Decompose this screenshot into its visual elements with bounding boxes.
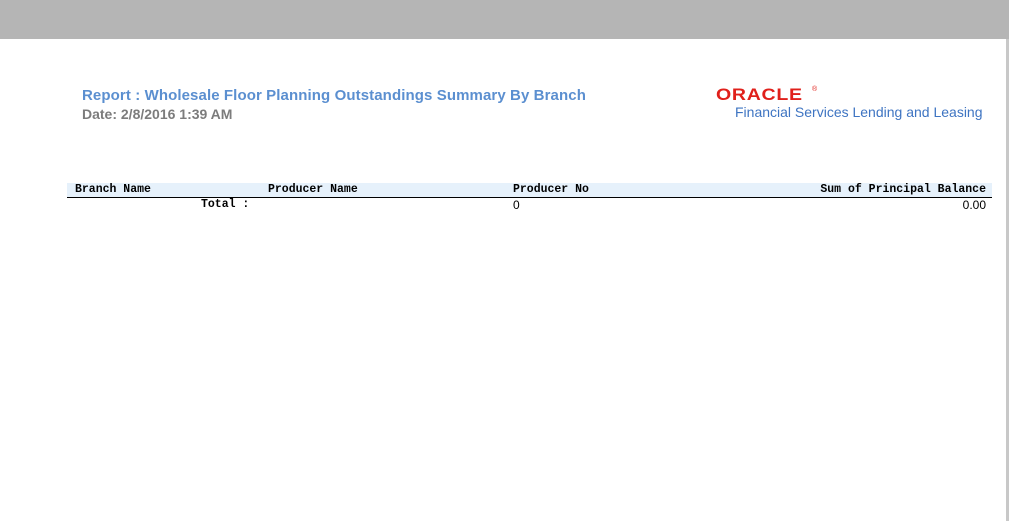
report-date: Date: 2/8/2016 1:39 AM <box>82 106 233 122</box>
column-header-producer-no: Producer No <box>513 183 589 196</box>
table-total-row: Total : 0 0.00 <box>67 198 992 212</box>
column-header-branch-name: Branch Name <box>75 183 151 196</box>
column-header-sum-principal-balance: Sum of Principal Balance <box>820 183 986 196</box>
report-title: Report : Wholesale Floor Planning Outsta… <box>82 87 586 104</box>
oracle-logo: ORACLE ® Financial Services Lending and … <box>716 86 996 126</box>
viewer-top-bar <box>0 0 1009 39</box>
oracle-product-name: Financial Services Lending and Leasing <box>735 104 983 120</box>
total-label: Total : <box>201 198 250 211</box>
total-sum-principal-balance: 0.00 <box>962 198 986 212</box>
column-header-producer-name: Producer Name <box>268 183 358 196</box>
oracle-trademark: ® <box>812 86 818 93</box>
oracle-wordmark: ORACLE <box>716 85 803 104</box>
table-header-row: Branch Name Producer Name Producer No Su… <box>67 183 992 198</box>
total-producer-no: 0 <box>513 198 520 212</box>
